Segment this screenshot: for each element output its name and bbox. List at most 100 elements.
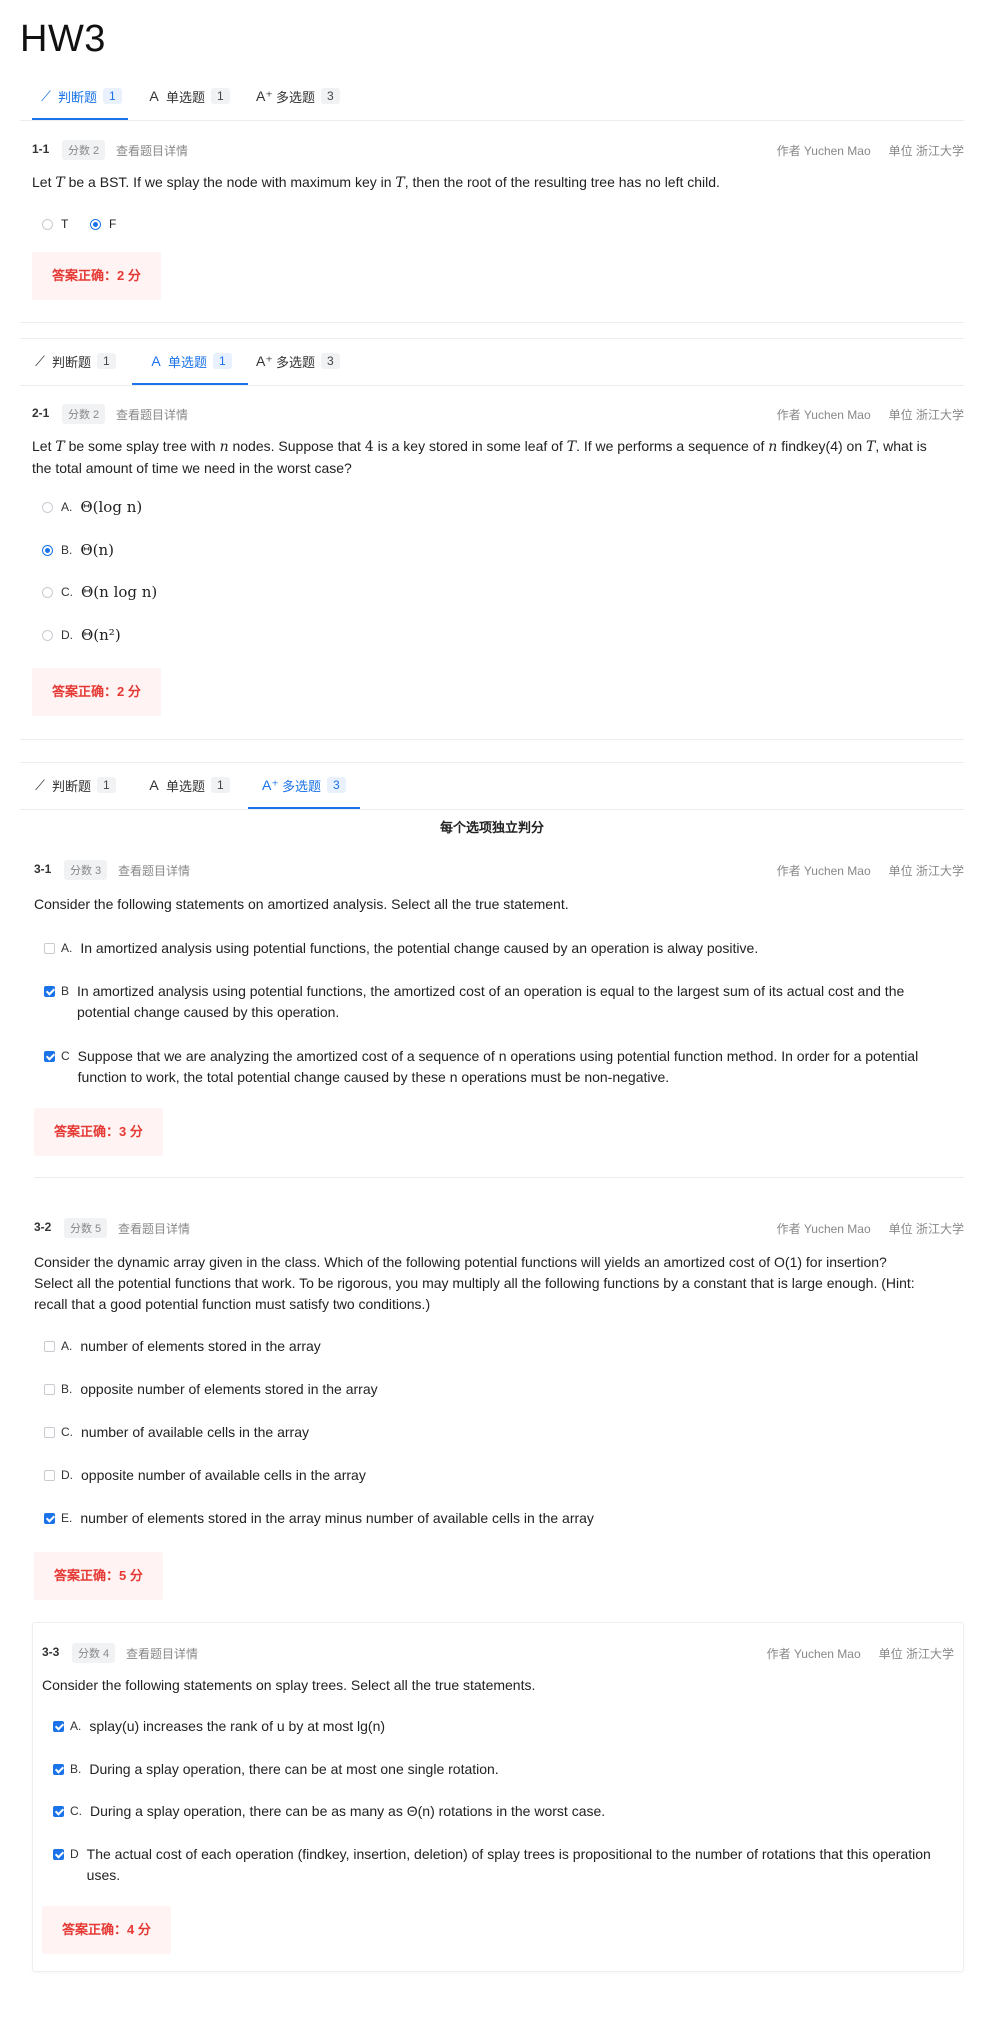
option-text: number of elements stored in the array	[80, 1338, 321, 1354]
page-title: HW3	[20, 18, 106, 60]
unit-label: 单位 浙江大学	[888, 864, 964, 878]
checkbox-checked[interactable]	[53, 1806, 64, 1817]
option-c[interactable]: C Suppose that we are analyzing the amor…	[44, 1046, 954, 1088]
radio-button[interactable]	[42, 587, 53, 598]
option-d[interactable]: D. Θ(n²)	[42, 625, 121, 646]
checkbox[interactable]	[44, 1341, 55, 1352]
option-t[interactable]: T	[42, 214, 68, 235]
option-a[interactable]: A. splay(u) increases the rank of u by a…	[53, 1716, 943, 1737]
option-a[interactable]: A. number of elements stored in the arra…	[44, 1336, 321, 1357]
checkbox[interactable]	[44, 943, 55, 954]
option-text: opposite number of elements stored in th…	[80, 1381, 378, 1397]
option-label: D.	[61, 1468, 73, 1482]
tab-multi-choice[interactable]: A⁺ 多选题 3	[256, 339, 340, 383]
checkbox[interactable]	[44, 1427, 55, 1438]
view-detail-link[interactable]: 查看题目详情	[118, 1220, 190, 1237]
option-d[interactable]: D The actual cost of each operation (fin…	[53, 1844, 943, 1886]
tab-multi-choice[interactable]: A⁺ 多选题 3	[248, 763, 360, 809]
tab-single-choice[interactable]: A 单选题 1	[132, 339, 248, 385]
tab-single-choice[interactable]: A 单选题 1	[146, 763, 230, 807]
tab-count: 3	[321, 88, 340, 104]
author-label: 作者 Yuchen Mao	[776, 144, 871, 158]
score-badge: 分数 3	[64, 860, 108, 880]
tab-count: 3	[327, 777, 346, 793]
question-number: 2-1	[32, 406, 50, 420]
divider	[34, 1177, 964, 1178]
tab-count: 1	[213, 353, 232, 369]
option-text: In amortized analysis using potential fu…	[77, 983, 905, 1020]
question-header: 2-1 分数 2 查看题目详情 作者 Yuchen Mao 单位 浙江大学	[32, 404, 964, 424]
checkbox-checked[interactable]	[44, 1513, 55, 1524]
radio-button-selected[interactable]	[90, 219, 101, 230]
multi-choice-icon: A⁺	[256, 88, 273, 104]
tab-bar-judge-section: ⟋ 判断题 1 A 单选题 1 A⁺ 多选题 3	[20, 74, 964, 121]
checkbox-checked[interactable]	[53, 1721, 64, 1732]
tab-judge[interactable]: ⟋ 判断题 1	[32, 339, 116, 383]
tab-count: 1	[97, 777, 116, 793]
tab-multi-choice[interactable]: A⁺ 多选题 3	[256, 74, 340, 118]
checkbox-checked[interactable]	[44, 1051, 55, 1062]
question-meta: 作者 Yuchen Mao 单位 浙江大学	[777, 142, 964, 159]
option-label: A.	[70, 1719, 82, 1733]
tab-label: 判断题	[52, 354, 92, 370]
option-b[interactable]: B. Θ(n)	[42, 540, 114, 561]
option-text: Θ(n²)	[81, 626, 121, 644]
tab-judge[interactable]: ⟋ 判断题 1	[32, 763, 116, 807]
tab-label: 判断题	[58, 89, 98, 105]
divider	[20, 322, 964, 323]
question-text: Consider the following statements on amo…	[34, 896, 569, 912]
option-label: F	[109, 217, 117, 231]
view-detail-link[interactable]: 查看题目详情	[126, 1645, 198, 1662]
option-e[interactable]: E. number of elements stored in the arra…	[44, 1508, 594, 1529]
question-number: 1-1	[32, 142, 50, 156]
checkbox[interactable]	[44, 1384, 55, 1395]
option-b[interactable]: B In amortized analysis using potential …	[44, 981, 954, 1023]
option-text: The actual cost of each operation (findk…	[86, 1846, 931, 1883]
option-c[interactable]: C. Θ(n log n)	[42, 582, 157, 603]
option-d[interactable]: D. opposite number of available cells in…	[44, 1465, 366, 1486]
author-label: 作者 Yuchen Mao	[766, 1647, 861, 1661]
checkbox-checked[interactable]	[53, 1764, 64, 1775]
radio-button[interactable]	[42, 219, 53, 230]
question-meta: 作者 Yuchen Mao 单位 浙江大学	[777, 406, 964, 423]
view-detail-link[interactable]: 查看题目详情	[116, 406, 188, 423]
question-number: 3-3	[42, 1645, 60, 1659]
tab-label: 单选题	[166, 89, 206, 105]
tab-label: 单选题	[168, 354, 208, 370]
tab-judge[interactable]: ⟋ 判断题 1	[32, 74, 128, 120]
tab-bar-multi-section: ⟋ 判断题 1 A 单选题 1 A⁺ 多选题 3	[20, 762, 964, 810]
option-b[interactable]: B. opposite number of elements stored in…	[44, 1379, 378, 1400]
option-label: B	[61, 984, 70, 998]
option-b[interactable]: B. During a splay operation, there can b…	[53, 1759, 943, 1780]
option-text: Suppose that we are analyzing the amorti…	[77, 1048, 919, 1085]
judge-icon: ⟋	[35, 777, 45, 793]
option-text: splay(u) increases the rank of u by at m…	[89, 1718, 386, 1734]
result-banner: 答案正确：2 分	[32, 252, 161, 300]
view-detail-link[interactable]: 查看题目详情	[118, 862, 190, 879]
checkbox[interactable]	[44, 1470, 55, 1481]
radio-button-selected[interactable]	[42, 545, 53, 556]
unit-label: 单位 浙江大学	[888, 144, 964, 158]
option-f[interactable]: F	[90, 214, 116, 235]
option-text: In amortized analysis using potential fu…	[80, 940, 759, 956]
option-c[interactable]: C. number of available cells in the arra…	[44, 1422, 309, 1443]
single-choice-icon: A	[151, 353, 161, 369]
tab-single-choice[interactable]: A 单选题 1	[146, 74, 230, 118]
question-header: 3-2 分数 5 查看题目详情 作者 Yuchen Mao 单位 浙江大学	[34, 1218, 964, 1238]
option-label: D.	[61, 628, 73, 642]
radio-button[interactable]	[42, 630, 53, 641]
option-text: During a splay operation, there can be a…	[89, 1761, 499, 1777]
option-a[interactable]: A. In amortized analysis using potential…	[44, 938, 954, 959]
tab-count: 1	[211, 777, 230, 793]
radio-button[interactable]	[42, 502, 53, 513]
tab-label: 单选题	[166, 778, 206, 794]
view-detail-link[interactable]: 查看题目详情	[116, 142, 188, 159]
judge-icon: ⟋	[35, 353, 45, 369]
question-meta: 作者 Yuchen Mao 单位 浙江大学	[767, 1645, 954, 1662]
checkbox-checked[interactable]	[53, 1849, 64, 1860]
score-badge: 分数 4	[72, 1643, 116, 1663]
option-a[interactable]: A. Θ(log n)	[42, 497, 142, 518]
checkbox-checked[interactable]	[44, 986, 55, 997]
option-label: C.	[61, 585, 73, 599]
option-c[interactable]: C. During a splay operation, there can b…	[53, 1801, 943, 1822]
